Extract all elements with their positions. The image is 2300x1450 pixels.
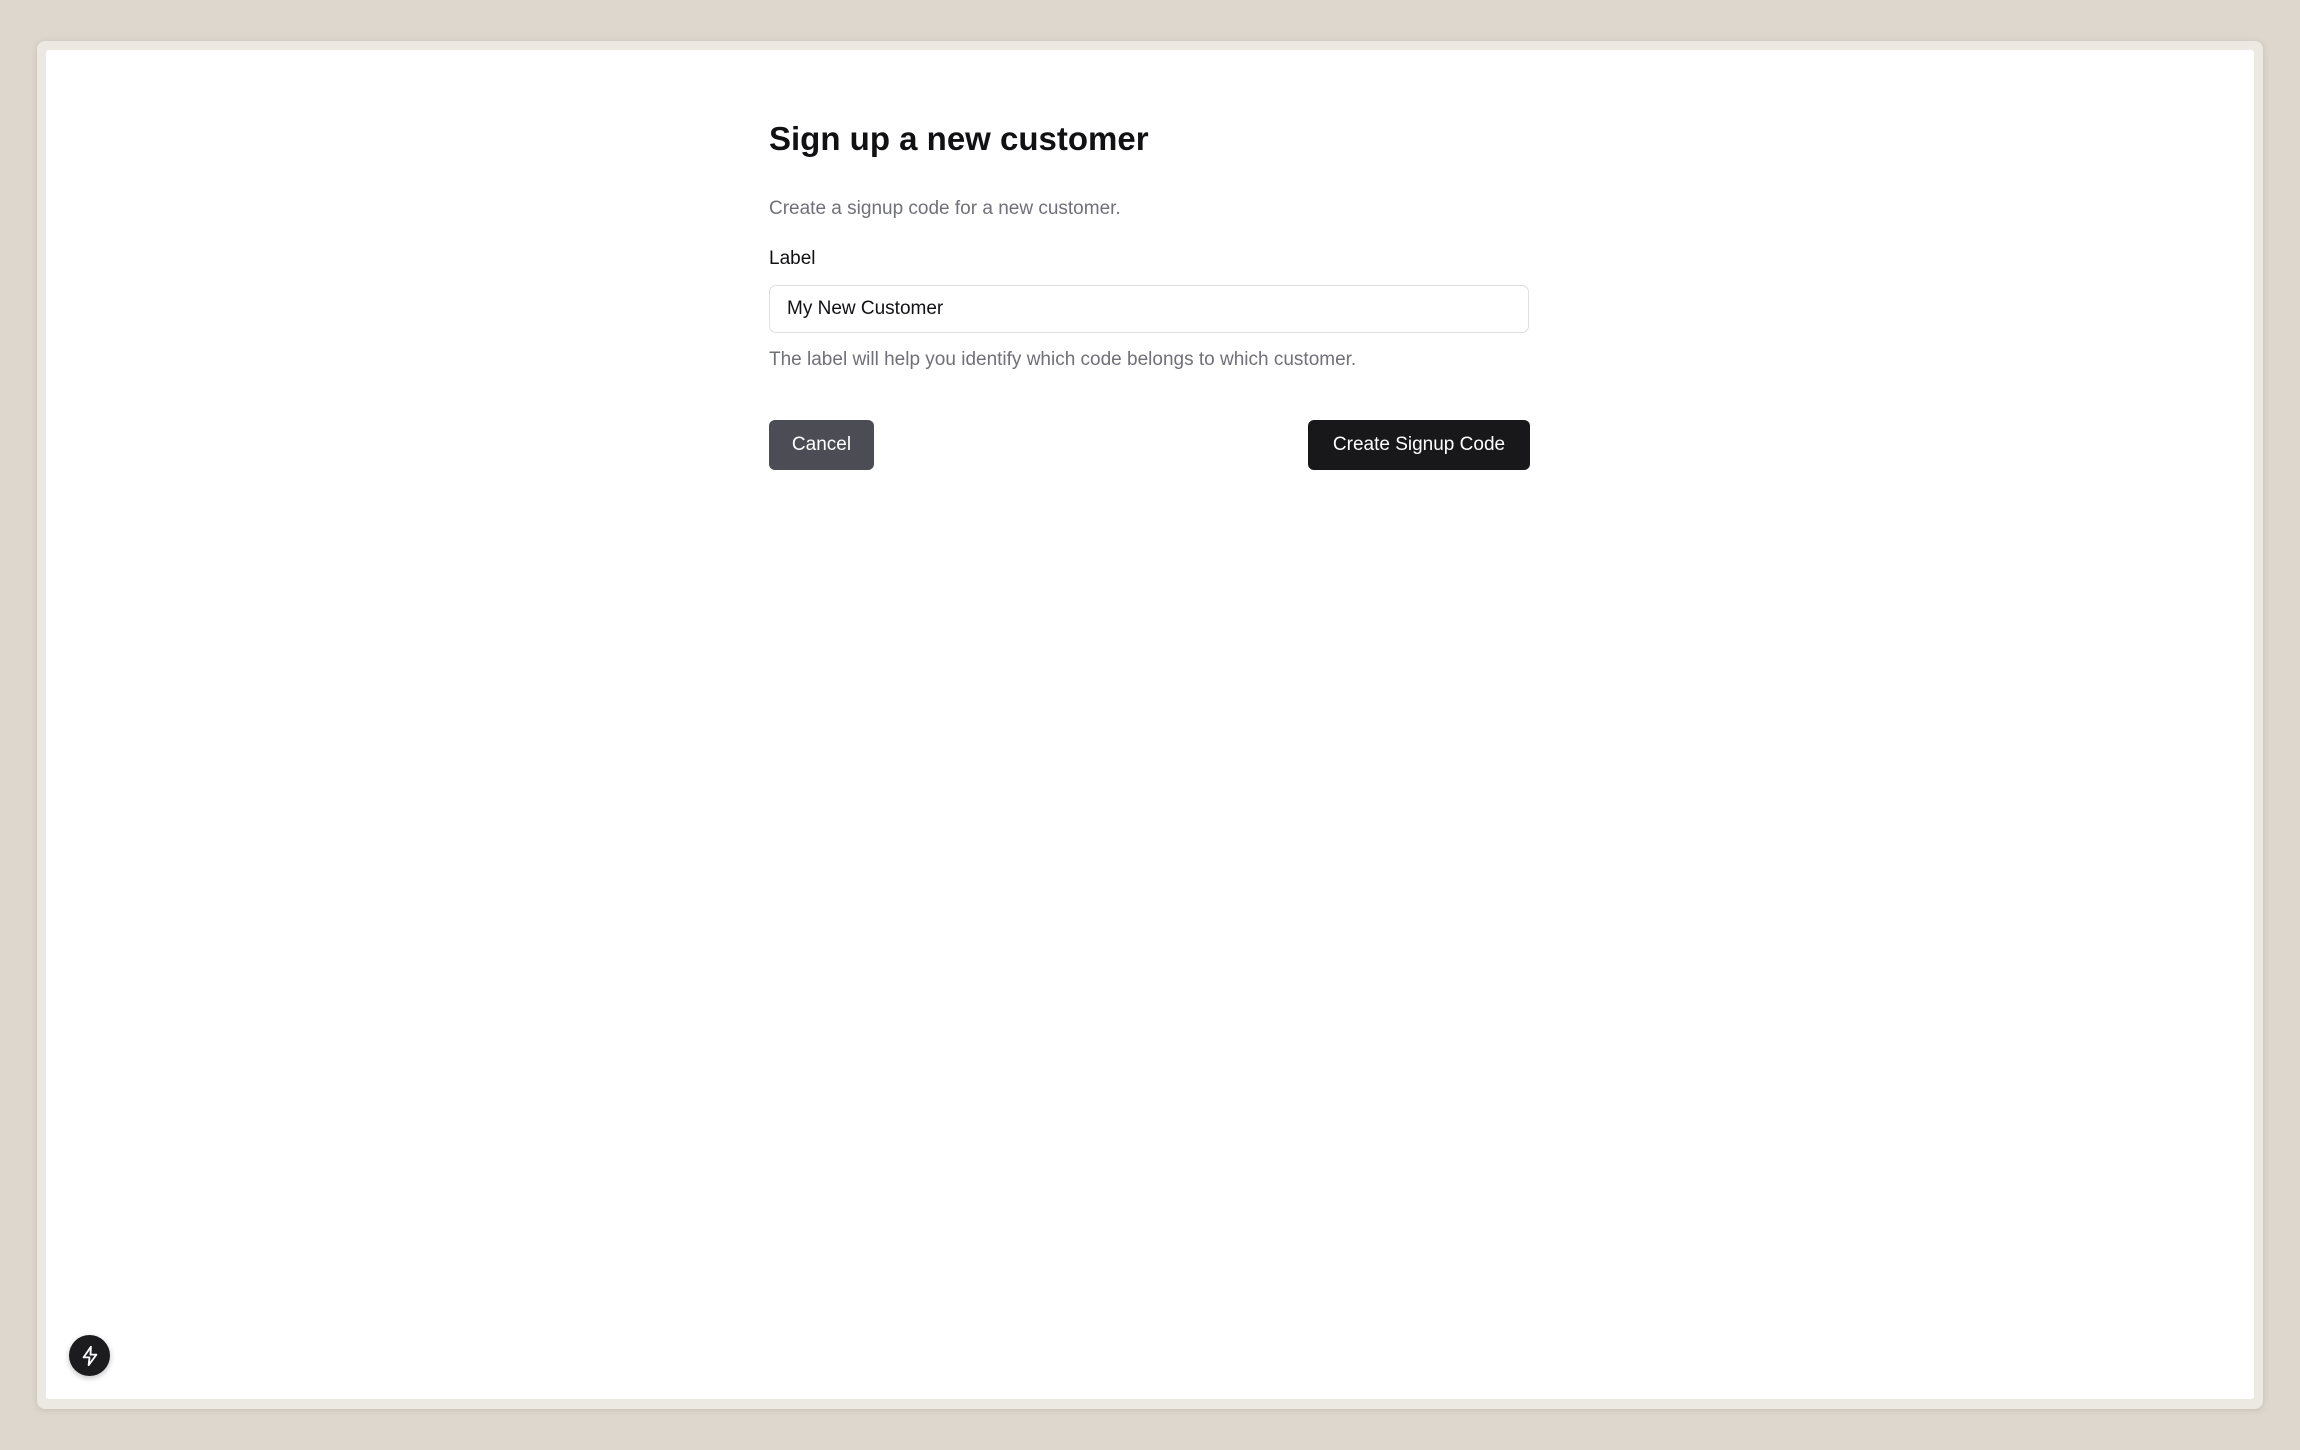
dev-tools-badge[interactable] <box>69 1335 110 1376</box>
label-input[interactable] <box>769 285 1529 333</box>
create-signup-code-button[interactable]: Create Signup Code <box>1308 420 1530 470</box>
form-description: Create a signup code for a new customer. <box>769 198 1121 219</box>
label-field-label: Label <box>769 248 816 269</box>
page-title: Sign up a new customer <box>769 120 1149 157</box>
app-frame: Sign up a new customer Create a signup c… <box>37 41 2263 1409</box>
lightning-bolt-icon <box>79 1345 101 1367</box>
main-panel: Sign up a new customer Create a signup c… <box>46 50 2254 1399</box>
cancel-button[interactable]: Cancel <box>769 420 874 470</box>
label-help-text: The label will help you identify which c… <box>769 349 1357 370</box>
